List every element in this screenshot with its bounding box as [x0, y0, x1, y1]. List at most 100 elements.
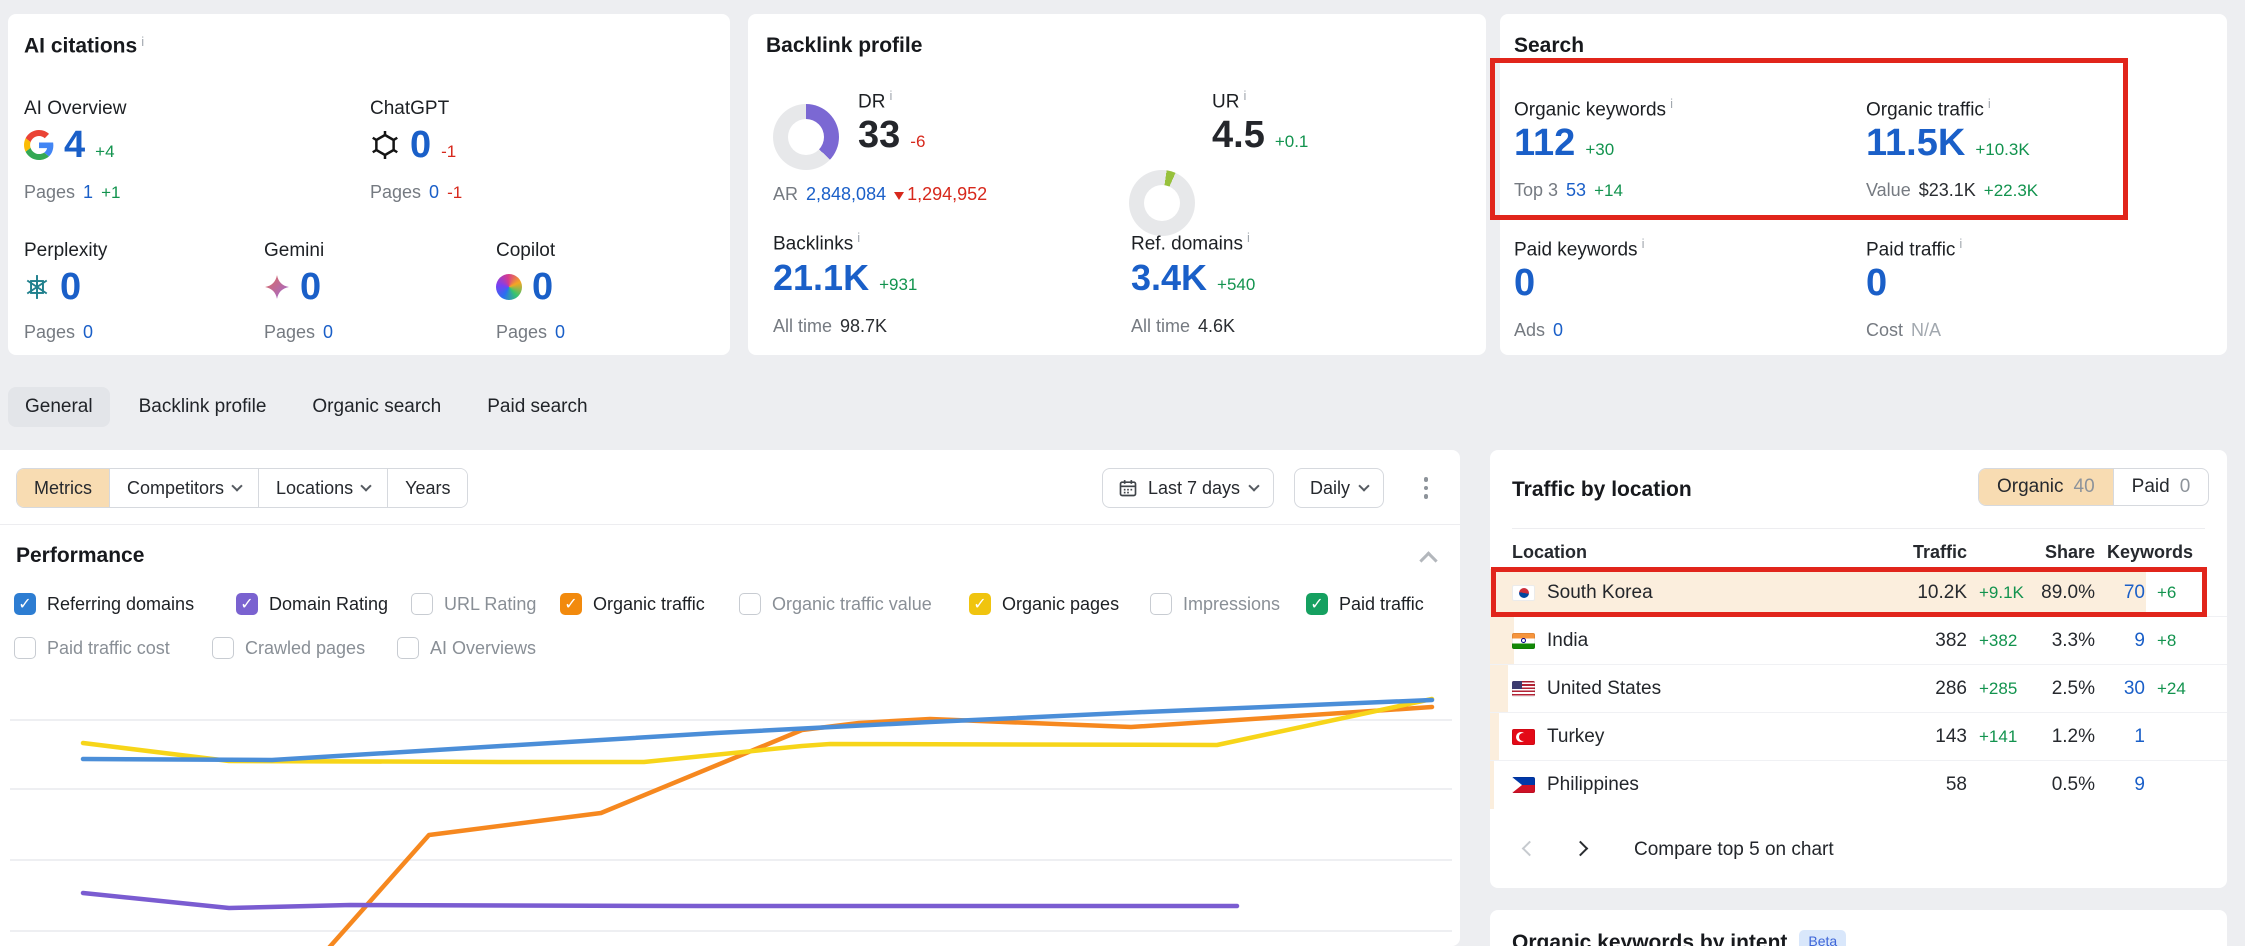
copilot-icon — [496, 274, 522, 300]
checkbox-referring-domains[interactable]: Referring domains — [14, 592, 194, 616]
ref-domains-value-row: 3.4K +540 — [1131, 260, 1255, 296]
checkbox-impressions[interactable]: Impressions — [1150, 592, 1280, 616]
calendar-icon — [1118, 478, 1138, 498]
ur-label: UR — [1212, 88, 1246, 113]
ref-domains-value[interactable]: 3.4K — [1131, 260, 1207, 296]
organic-paid-toggle: Organic 40 Paid 0 — [1978, 468, 2209, 506]
tab-paid-search[interactable]: Paid search — [470, 387, 604, 427]
checkbox-icon — [397, 637, 419, 659]
years-button[interactable]: Years — [387, 469, 467, 507]
ai-overview-value-row: 4 +4 — [24, 126, 115, 164]
checkbox-organic-traffic-value[interactable]: Organic traffic value — [739, 592, 932, 616]
checkbox-paid-traffic-cost[interactable]: Paid traffic cost — [14, 636, 170, 660]
checkbox-icon — [14, 593, 36, 615]
dr-delta: -6 — [910, 132, 925, 152]
perplexity-label: Perplexity — [24, 240, 107, 262]
checkbox-organic-traffic[interactable]: Organic traffic — [560, 592, 705, 616]
ai-overview-pages: Pages 1 +1 — [24, 182, 120, 203]
google-icon — [24, 130, 54, 160]
competitors-dropdown[interactable]: Competitors — [109, 469, 258, 507]
table-divider — [1512, 528, 2205, 529]
checkbox-icon — [212, 637, 234, 659]
perplexity-value-row: 0 — [24, 268, 81, 306]
locations-dropdown[interactable]: Locations — [258, 469, 387, 507]
kebab-menu-icon[interactable] — [1408, 468, 1444, 508]
tab-organic-search[interactable]: Organic search — [295, 387, 458, 427]
checkbox-ai-overviews[interactable]: AI Overviews — [397, 636, 536, 660]
paid-keywords-value: 0 — [1514, 264, 1535, 302]
checkbox-icon — [739, 593, 761, 615]
paid-toggle-option[interactable]: Paid 0 — [2113, 469, 2209, 505]
organic-toggle-option[interactable]: Organic 40 — [1979, 469, 2113, 505]
report-controls: Metrics Competitors Locations Years — [16, 468, 468, 508]
metrics-button[interactable]: Metrics — [17, 469, 109, 507]
ai-citations-title: AI citations — [24, 34, 144, 58]
granularity-dropdown[interactable]: Daily — [1294, 468, 1384, 508]
col-traffic[interactable]: Traffic — [1887, 542, 1967, 563]
beta-badge: Beta — [1799, 930, 1846, 946]
ar-row: AR 2,848,084 1,294,952 — [773, 184, 987, 205]
chevron-down-icon — [231, 480, 242, 491]
chevron-up-icon[interactable] — [1419, 551, 1437, 569]
performance-line-chart — [0, 686, 1460, 946]
table-row-india[interactable]: India 382 +382 3.3% 9 +8 — [1490, 617, 2227, 665]
top3-row: Top 3 53 +14 — [1514, 180, 1623, 201]
ref-domains-alltime: All time 4.6K — [1131, 316, 1235, 337]
chatgpt-value-row: 0 -1 — [370, 126, 456, 164]
col-share[interactable]: Share — [2029, 542, 2095, 563]
gemini-label: Gemini — [264, 240, 324, 262]
traffic-by-location-card: Traffic by location Organic 40 Paid 0 Lo… — [1490, 450, 2227, 888]
backlinks-value[interactable]: 21.1K — [773, 260, 869, 296]
chatgpt-pages: Pages 0 -1 — [370, 182, 462, 203]
chatgpt-label: ChatGPT — [370, 98, 449, 120]
ur-value: 4.5 — [1212, 116, 1265, 154]
checkbox-icon — [1150, 593, 1172, 615]
copilot-label: Copilot — [496, 240, 555, 262]
paid-traffic-label: Paid traffic — [1866, 236, 1962, 261]
traffic-by-location-title: Traffic by location — [1512, 478, 1692, 502]
checkbox-icon — [969, 593, 991, 615]
domain-rating-line[interactable] — [83, 893, 1237, 908]
table-row-philippines[interactable]: Philippines 58 0.5% 9 — [1490, 761, 2227, 809]
dr-value: 33 — [858, 116, 900, 154]
tab-backlink-profile[interactable]: Backlink profile — [122, 387, 284, 427]
turkey-flag-icon — [1512, 729, 1535, 745]
checkbox-paid-traffic[interactable]: Paid traffic — [1306, 592, 1424, 616]
info-icon — [141, 34, 144, 49]
checkbox-crawled-pages[interactable]: Crawled pages — [212, 636, 365, 660]
perplexity-value: 0 — [60, 268, 81, 306]
organic-traffic-value[interactable]: 11.5K — [1866, 124, 1965, 162]
india-flag-icon — [1512, 633, 1535, 649]
dr-value-row: 33 -6 — [858, 116, 925, 154]
toolbar-divider — [0, 524, 1460, 525]
table-row-turkey[interactable]: Turkey 143 +141 1.2% 1 — [1490, 713, 2227, 761]
checkbox-url-rating[interactable]: URL Rating — [411, 592, 536, 616]
info-icon — [1959, 236, 1962, 251]
ai-overview-value: 4 — [64, 126, 85, 164]
date-range-dropdown[interactable]: Last 7 days — [1102, 468, 1274, 508]
gemini-value: 0 — [300, 268, 321, 306]
chevron-left-icon[interactable] — [1522, 840, 1538, 856]
organic-keywords-delta: +30 — [1585, 140, 1614, 160]
tab-general[interactable]: General — [8, 387, 110, 427]
chevron-down-icon — [1248, 480, 1259, 491]
organic-traffic-delta: +10.3K — [1975, 140, 2029, 160]
chatgpt-delta: -1 — [441, 142, 456, 162]
table-row-united-states[interactable]: United States 286 +285 2.5% 30 +24 — [1490, 665, 2227, 713]
col-keywords[interactable]: Keywords — [2095, 542, 2193, 563]
col-location[interactable]: Location — [1512, 542, 1887, 563]
compare-top5-link[interactable]: Compare top 5 on chart — [1634, 839, 1834, 861]
chevron-right-icon[interactable] — [1573, 840, 1589, 856]
organic-keywords-value[interactable]: 112 — [1514, 124, 1575, 162]
openai-icon — [370, 130, 400, 160]
search-title: Search — [1514, 34, 1584, 58]
ur-delta: +0.1 — [1275, 132, 1309, 152]
traffic-value-row: Value $23.1K +22.3K — [1866, 180, 2038, 201]
checkbox-icon — [14, 637, 36, 659]
performance-title: Performance — [16, 544, 144, 568]
organic-keywords-value-row: 112 +30 — [1514, 124, 1614, 162]
checkbox-domain-rating[interactable]: Domain Rating — [236, 592, 388, 616]
checkbox-organic-pages[interactable]: Organic pages — [969, 592, 1119, 616]
table-row-south-korea[interactable]: South Korea 10.2K +9.1K 89.0% 70 +6 — [1490, 569, 2227, 617]
location-pagination: Compare top 5 on chart — [1490, 828, 2227, 872]
